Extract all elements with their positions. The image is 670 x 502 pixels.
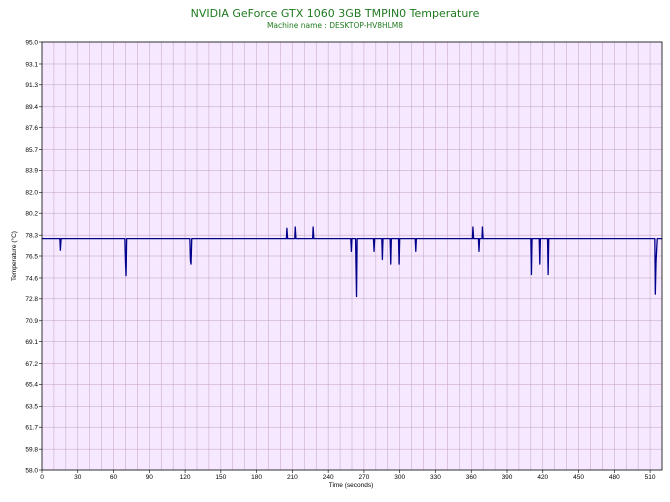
x-tick-label: 480 (609, 474, 620, 481)
y-tick-label: 87.6 (25, 125, 38, 132)
x-axis-label: Time (seconds) (329, 482, 374, 489)
chart-title: NVIDIA GeForce GTX 1060 3GB TMPIN0 Tempe… (191, 7, 480, 20)
y-tick-label: 67.2 (25, 361, 38, 368)
x-tick-label: 60 (110, 474, 118, 481)
y-tick-label: 83.9 (25, 168, 38, 175)
chart-subtitle: Machine name : DESKTOP-HV8HLM8 (267, 21, 403, 30)
x-tick-label: 210 (287, 474, 298, 481)
x-tick-label: 270 (358, 474, 369, 481)
y-tick-label: 61.7 (25, 425, 38, 432)
y-tick-label: 72.8 (25, 296, 38, 303)
x-tick-label: 90 (146, 474, 154, 481)
x-tick-label: 390 (502, 474, 513, 481)
y-tick-label: 74.6 (25, 275, 38, 282)
y-tick-label: 82.0 (25, 190, 38, 197)
x-axis-ticks: 0 30 60 90 120 150 180 210 240 270 300 330 360 390 420… (40, 470, 656, 481)
y-tick-label: 89.4 (25, 104, 38, 111)
y-tick-label: 85.7 (25, 147, 38, 154)
y-tick-label: 95.0 (25, 39, 38, 46)
x-tick-label: 0 (40, 474, 44, 481)
x-tick-label: 180 (251, 474, 262, 481)
y-tick-label: 80.2 (25, 211, 38, 218)
y-axis-label: Temperature (°C) (10, 231, 18, 281)
y-tick-label: 63.5 (25, 404, 38, 411)
y-tick-label: 76.5 (25, 253, 38, 260)
x-tick-label: 450 (573, 474, 584, 481)
x-tick-label: 120 (180, 474, 191, 481)
x-tick-label: 330 (430, 474, 441, 481)
y-tick-label: 59.8 (25, 446, 38, 453)
y-tick-label: 78.3 (25, 232, 38, 239)
x-tick-label: 300 (394, 474, 405, 481)
y-tick-label: 58.0 (25, 467, 38, 474)
chart: NVIDIA GeForce GTX 1060 3GB TMPIN0 Tempe… (10, 7, 663, 489)
y-tick-label: 91.3 (25, 82, 38, 89)
x-tick-label: 150 (215, 474, 226, 481)
x-tick-label: 510 (645, 474, 656, 481)
y-tick-label: 70.9 (25, 318, 38, 325)
y-axis-ticks: 58.0 59.8 61.7 63.5 65.4 67.2 69.1 70.9 72.8 74.6… (25, 39, 42, 474)
x-tick-label: 420 (537, 474, 548, 481)
y-tick-label: 65.4 (25, 382, 38, 389)
x-tick-label: 30 (74, 474, 82, 481)
x-tick-label: 240 (323, 474, 334, 481)
y-tick-label: 93.1 (25, 61, 38, 68)
y-tick-label: 69.1 (25, 339, 38, 346)
x-tick-label: 360 (466, 474, 477, 481)
